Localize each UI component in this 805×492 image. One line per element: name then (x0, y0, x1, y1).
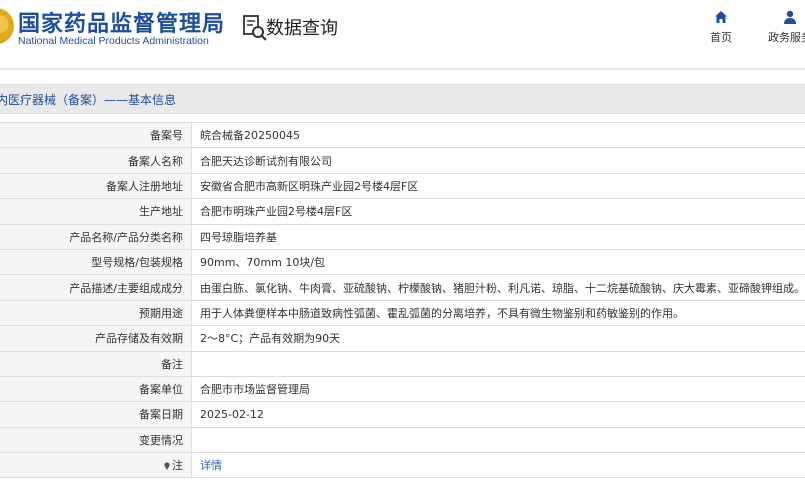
row-label: 产品名称/产品分类名称 (0, 223, 192, 250)
table-row: 产品名称/产品分类名称 四号琼脂培养基 (0, 223, 805, 250)
row-label: 备案单位 (0, 375, 192, 403)
table-row: 产品描述/主要组成成分 由蛋白胨、氯化钠、牛肉膏、亚硫酸钠、柠檬酸钠、猪胆汁粉、… (0, 274, 805, 301)
home-icon (715, 11, 727, 23)
emblem-icon (0, 8, 14, 44)
table-row: 注 详情 (0, 452, 805, 479)
row-label: 变更情况 (0, 426, 192, 454)
row-value: 四号琼脂培养基 (191, 223, 805, 250)
table-row: 产品存储及有效期 2～8°C；产品有效期为90天 (0, 325, 805, 352)
table-row: 变更情况 (0, 426, 805, 454)
page-title: 数据查询 (266, 18, 338, 39)
basic-info-table: 备案号 皖合械备20250045 备案人名称 合肥天达诊断试剂有限公司 备案人注… (0, 121, 805, 479)
table-row: 备案人名称 合肥天达诊断试剂有限公司 (0, 147, 805, 174)
section-title: 内医疗器械（备案）——基本信息 (0, 84, 805, 114)
table-row: 预期用途 用于人体粪便样本中肠道致病性弧菌、霍乱弧菌的分离培养，不具有微生物鉴别… (0, 299, 805, 327)
row-value: 合肥天达诊断试剂有限公司 (191, 147, 805, 174)
row-value (191, 426, 805, 454)
site-logo-en[interactable]: National Medical Products Administration (18, 35, 209, 47)
header-divider (0, 68, 805, 70)
table-row: 备案单位 合肥市市场监督管理局 (0, 375, 805, 403)
row-value: 合肥市明珠产业园2号楼4层F区 (191, 198, 805, 225)
table-row: 生产地址 合肥市明珠产业园2号楼4层F区 (0, 198, 805, 225)
site-logo-cn[interactable]: 国家药品监督管理局 (18, 6, 225, 38)
nav-home-label: 首页 (710, 32, 732, 44)
search-document-icon (243, 15, 267, 41)
row-label: 产品存储及有效期 (0, 325, 192, 352)
pin-icon (164, 462, 170, 471)
site-header: 国家药品监督管理局 National Medical Products Admi… (0, 0, 805, 66)
row-label: 备案人名称 (0, 147, 192, 174)
row-value: 详情 (191, 452, 805, 479)
row-label: 产品描述/主要组成成分 (0, 274, 192, 301)
row-label: 备注 (0, 350, 192, 377)
row-value: 2～8°C；产品有效期为90天 (191, 325, 805, 352)
row-value (191, 350, 805, 377)
table-row: 备案号 皖合械备20250045 (0, 121, 805, 149)
row-label: 预期用途 (0, 299, 192, 327)
row-label: 备案人注册地址 (0, 172, 192, 200)
row-value: 安徽省合肥市高新区明珠产业园2号楼4层F区 (191, 172, 805, 200)
row-label: 备案号 (0, 121, 192, 149)
row-label: 备案日期 (0, 401, 192, 428)
note-label: 注 (172, 459, 183, 473)
table-row: 备案日期 2025-02-12 (0, 401, 805, 428)
details-link[interactable]: 详情 (200, 459, 222, 472)
row-value: 90mm、70mm 10块/包 (191, 248, 805, 276)
row-value: 皖合械备20250045 (191, 121, 805, 149)
row-label-note: 注 (0, 452, 192, 479)
row-value: 由蛋白胨、氯化钠、牛肉膏、亚硫酸钠、柠檬酸钠、猪胆汁粉、利凡诺、琼脂、十二烷基硫… (191, 274, 805, 301)
user-icon (784, 10, 796, 24)
row-value: 2025-02-12 (191, 401, 805, 428)
row-label: 型号规格/包装规格 (0, 248, 192, 276)
table-row: 备案人注册地址 安徽省合肥市高新区明珠产业园2号楼4层F区 (0, 172, 805, 200)
section-title-text: 内医疗器械（备案）——基本信息 (0, 93, 177, 107)
table-row: 型号规格/包装规格 90mm、70mm 10块/包 (0, 248, 805, 276)
nav-home[interactable]: 首页 (706, 10, 736, 45)
table-row: 备注 (0, 350, 805, 377)
nav-service-label: 政务服务 (768, 32, 805, 44)
row-value: 用于人体粪便样本中肠道致病性弧菌、霍乱弧菌的分离培养，不具有微生物鉴别和药敏鉴别… (191, 299, 805, 327)
nav-government-service[interactable]: 政务服务 (760, 10, 805, 45)
row-label: 生产地址 (0, 198, 192, 225)
row-value: 合肥市市场监督管理局 (191, 375, 805, 403)
